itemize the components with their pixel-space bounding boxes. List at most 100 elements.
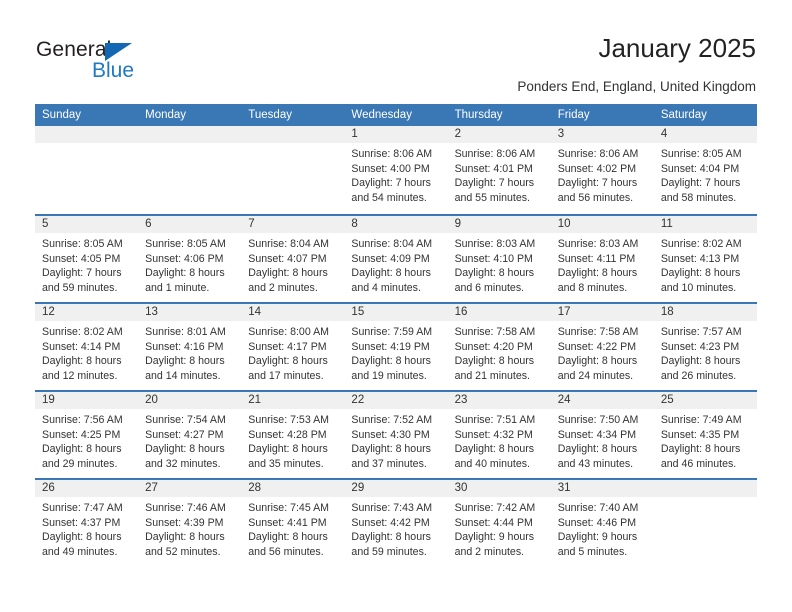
- day-details: Sunrise: 7:51 AM Sunset: 4:32 PM Dayligh…: [448, 409, 551, 471]
- day-cell[interactable]: 28 Sunrise: 7:45 AM Sunset: 4:41 PM Dayl…: [241, 480, 345, 566]
- daylight-text-line2: and 54 minutes.: [351, 191, 427, 204]
- day-cell[interactable]: 19 Sunrise: 7:56 AM Sunset: 4:25 PM Dayl…: [35, 392, 139, 478]
- sunset-text: Sunset: 4:27 PM: [145, 428, 224, 441]
- day-cell[interactable]: 8 Sunrise: 8:04 AM Sunset: 4:09 PM Dayli…: [344, 216, 448, 302]
- day-details: Sunrise: 7:57 AM Sunset: 4:23 PM Dayligh…: [654, 321, 757, 383]
- day-cell[interactable]: 4 Sunrise: 8:05 AM Sunset: 4:04 PM Dayli…: [653, 126, 757, 214]
- sunrise-text: Sunrise: 7:57 AM: [660, 326, 742, 338]
- daylight-text-line2: and 24 minutes.: [557, 369, 634, 382]
- day-cell[interactable]: 27 Sunrise: 7:46 AM Sunset: 4:39 PM Dayl…: [138, 480, 242, 566]
- day-number: 20: [138, 392, 242, 409]
- sunset-text: Sunset: 4:10 PM: [454, 252, 533, 265]
- week-row: 26 Sunrise: 7:47 AM Sunset: 4:37 PM Dayl…: [35, 478, 757, 566]
- daylight-text-line1: Daylight: 9 hours: [454, 531, 535, 544]
- sunset-text: Sunset: 4:34 PM: [557, 428, 637, 441]
- day-number: 11: [653, 216, 757, 233]
- day-cell[interactable]: 31 Sunrise: 7:40 AM Sunset: 4:46 PM Dayl…: [550, 480, 654, 566]
- daylight-text-line2: and 37 minutes.: [351, 457, 427, 470]
- day-cell[interactable]: 10 Sunrise: 8:03 AM Sunset: 4:11 PM Dayl…: [550, 216, 654, 302]
- day-details: Sunrise: 7:58 AM Sunset: 4:22 PM Dayligh…: [551, 321, 654, 383]
- brand-logo[interactable]: General Blue: [36, 38, 166, 84]
- day-cell[interactable]: 23 Sunrise: 7:51 AM Sunset: 4:32 PM Dayl…: [447, 392, 551, 478]
- day-number: 7: [241, 216, 345, 233]
- day-cell[interactable]: 15 Sunrise: 7:59 AM Sunset: 4:19 PM Dayl…: [344, 304, 448, 390]
- day-details: Sunrise: 8:02 AM Sunset: 4:14 PM Dayligh…: [35, 321, 138, 383]
- day-number: 31: [550, 480, 654, 497]
- weekday-header-wednesday: Wednesday: [351, 109, 412, 121]
- daylight-text-line1: Daylight: 8 hours: [660, 267, 741, 280]
- daylight-text-line2: and 26 minutes.: [660, 369, 737, 382]
- day-cell[interactable]: [35, 126, 139, 214]
- daylight-text-line1: Daylight: 8 hours: [454, 443, 535, 456]
- day-cell[interactable]: 7 Sunrise: 8:04 AM Sunset: 4:07 PM Dayli…: [241, 216, 345, 302]
- day-number: 3: [550, 126, 654, 143]
- sunset-text: Sunset: 4:32 PM: [454, 428, 533, 441]
- day-number: 12: [35, 304, 139, 321]
- day-cell[interactable]: 20 Sunrise: 7:54 AM Sunset: 4:27 PM Dayl…: [138, 392, 242, 478]
- daylight-text-line1: Daylight: 8 hours: [42, 531, 122, 544]
- day-cell[interactable]: 24 Sunrise: 7:50 AM Sunset: 4:34 PM Dayl…: [550, 392, 654, 478]
- sunrise-text: Sunrise: 8:06 AM: [454, 148, 536, 160]
- day-details: Sunrise: 8:06 AM Sunset: 4:01 PM Dayligh…: [448, 143, 551, 205]
- day-cell[interactable]: 6 Sunrise: 8:05 AM Sunset: 4:06 PM Dayli…: [138, 216, 242, 302]
- day-cell[interactable]: [241, 126, 345, 214]
- sunset-text: Sunset: 4:09 PM: [351, 252, 430, 265]
- day-details: Sunrise: 7:47 AM Sunset: 4:37 PM Dayligh…: [35, 497, 138, 559]
- day-number: 30: [447, 480, 551, 497]
- sunrise-text: Sunrise: 7:53 AM: [248, 414, 329, 426]
- day-cell[interactable]: 29 Sunrise: 7:43 AM Sunset: 4:42 PM Dayl…: [344, 480, 448, 566]
- day-cell[interactable]: 16 Sunrise: 7:58 AM Sunset: 4:20 PM Dayl…: [447, 304, 551, 390]
- sunrise-text: Sunrise: 7:47 AM: [42, 502, 123, 514]
- day-cell[interactable]: 30 Sunrise: 7:42 AM Sunset: 4:44 PM Dayl…: [447, 480, 551, 566]
- day-cell[interactable]: 11 Sunrise: 8:02 AM Sunset: 4:13 PM Dayl…: [653, 216, 757, 302]
- day-cell[interactable]: 12 Sunrise: 8:02 AM Sunset: 4:14 PM Dayl…: [35, 304, 139, 390]
- weekday-header-friday: Friday: [557, 109, 590, 121]
- week-row: 19 Sunrise: 7:56 AM Sunset: 4:25 PM Dayl…: [35, 390, 757, 478]
- sunset-text: Sunset: 4:25 PM: [42, 428, 121, 441]
- day-cell[interactable]: 21 Sunrise: 7:53 AM Sunset: 4:28 PM Dayl…: [241, 392, 345, 478]
- day-cell[interactable]: 3 Sunrise: 8:06 AM Sunset: 4:02 PM Dayli…: [550, 126, 654, 214]
- day-cell[interactable]: 5 Sunrise: 8:05 AM Sunset: 4:05 PM Dayli…: [35, 216, 139, 302]
- daylight-text-line1: Daylight: 8 hours: [248, 443, 328, 456]
- daylight-text-line1: Daylight: 9 hours: [557, 531, 638, 544]
- day-cell[interactable]: 26 Sunrise: 7:47 AM Sunset: 4:37 PM Dayl…: [35, 480, 139, 566]
- daylight-text-line1: Daylight: 8 hours: [248, 355, 328, 368]
- day-cell[interactable]: [138, 126, 242, 214]
- day-cell[interactable]: 1 Sunrise: 8:06 AM Sunset: 4:00 PM Dayli…: [344, 126, 448, 214]
- day-details: Sunrise: 8:06 AM Sunset: 4:02 PM Dayligh…: [551, 143, 654, 205]
- daylight-text-line2: and 59 minutes.: [351, 545, 427, 558]
- day-cell[interactable]: [653, 480, 757, 566]
- sunset-text: Sunset: 4:39 PM: [145, 516, 224, 529]
- week-row: 5 Sunrise: 8:05 AM Sunset: 4:05 PM Dayli…: [35, 214, 757, 302]
- day-cell[interactable]: 22 Sunrise: 7:52 AM Sunset: 4:30 PM Dayl…: [344, 392, 448, 478]
- weekday-header-sunday: Sunday: [42, 109, 82, 121]
- sunset-text: Sunset: 4:42 PM: [351, 516, 430, 529]
- day-details: Sunrise: 7:58 AM Sunset: 4:20 PM Dayligh…: [448, 321, 551, 383]
- daylight-text-line1: Daylight: 8 hours: [660, 443, 741, 456]
- daylight-text-line1: Daylight: 8 hours: [454, 267, 535, 280]
- daylight-text-line2: and 29 minutes.: [42, 457, 118, 470]
- day-details: Sunrise: 7:56 AM Sunset: 4:25 PM Dayligh…: [35, 409, 138, 471]
- day-number: 22: [344, 392, 448, 409]
- daylight-text-line2: and 49 minutes.: [42, 545, 118, 558]
- day-cell[interactable]: 9 Sunrise: 8:03 AM Sunset: 4:10 PM Dayli…: [447, 216, 551, 302]
- day-details: Sunrise: 7:59 AM Sunset: 4:19 PM Dayligh…: [344, 321, 447, 383]
- day-cell[interactable]: 18 Sunrise: 7:57 AM Sunset: 4:23 PM Dayl…: [653, 304, 757, 390]
- day-number: 17: [550, 304, 654, 321]
- sunset-text: Sunset: 4:22 PM: [557, 340, 637, 353]
- day-number: 4: [653, 126, 757, 143]
- sunset-text: Sunset: 4:13 PM: [660, 252, 740, 265]
- day-number: 2: [447, 126, 551, 143]
- day-cell[interactable]: 13 Sunrise: 8:01 AM Sunset: 4:16 PM Dayl…: [138, 304, 242, 390]
- daylight-text-line1: Daylight: 8 hours: [248, 531, 328, 544]
- day-details: [654, 497, 757, 501]
- daylight-text-line2: and 5 minutes.: [557, 545, 628, 558]
- day-cell[interactable]: 14 Sunrise: 8:00 AM Sunset: 4:17 PM Dayl…: [241, 304, 345, 390]
- daylight-text-line2: and 8 minutes.: [557, 281, 628, 294]
- day-cell[interactable]: 2 Sunrise: 8:06 AM Sunset: 4:01 PM Dayli…: [447, 126, 551, 214]
- sunset-text: Sunset: 4:46 PM: [557, 516, 637, 529]
- sunrise-text: Sunrise: 7:50 AM: [557, 414, 639, 426]
- day-cell[interactable]: 25 Sunrise: 7:49 AM Sunset: 4:35 PM Dayl…: [653, 392, 757, 478]
- day-cell[interactable]: 17 Sunrise: 7:58 AM Sunset: 4:22 PM Dayl…: [550, 304, 654, 390]
- day-number: 25: [653, 392, 757, 409]
